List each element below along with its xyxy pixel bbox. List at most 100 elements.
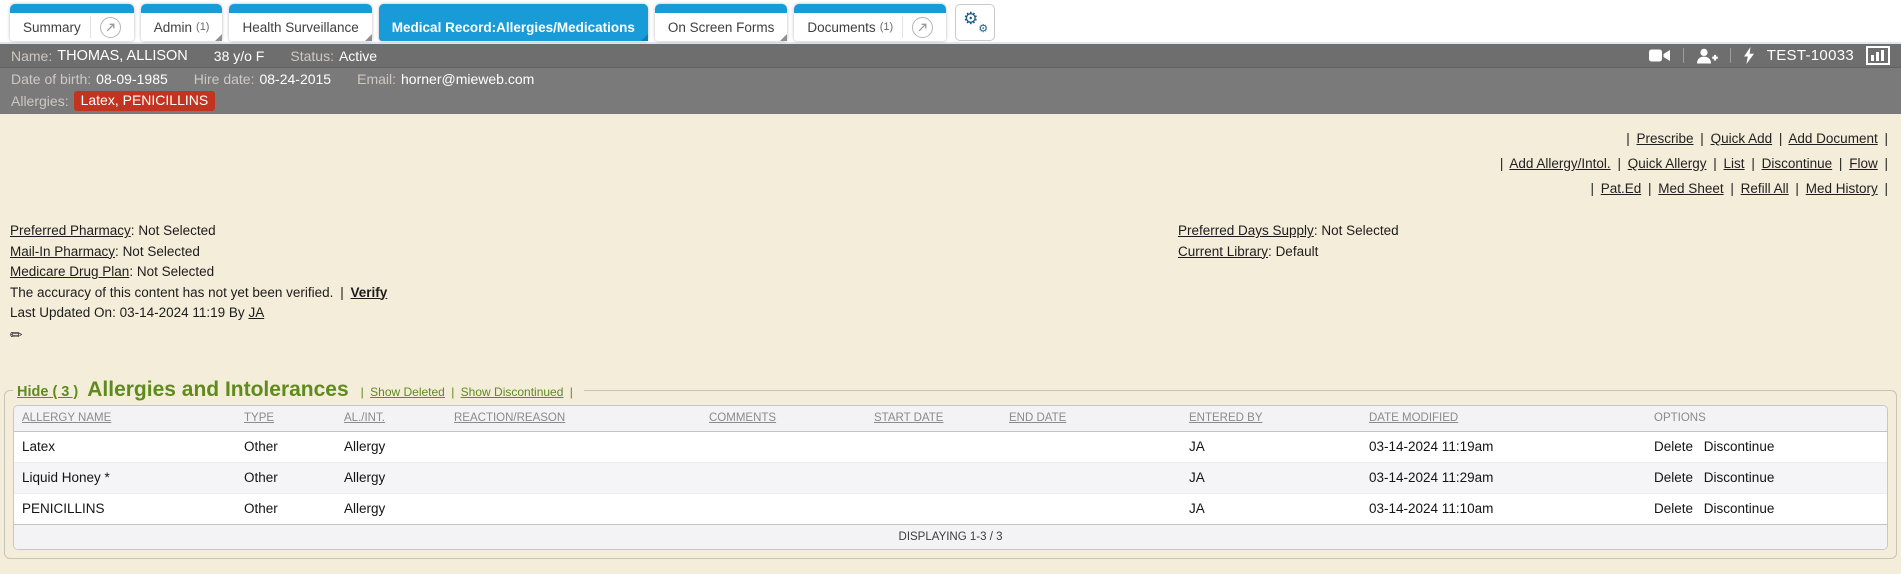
allergy-alert-badge[interactable]: Latex, PENICILLINS	[73, 90, 216, 111]
add-person-icon[interactable]	[1696, 48, 1718, 64]
patient-email: horner@mieweb.com	[401, 71, 535, 87]
cell-allergy-name: PENICILLINS	[22, 501, 105, 516]
cell-start-date	[866, 432, 1001, 463]
tab-summary[interactable]: Summary	[10, 4, 134, 41]
quick-allergy-link[interactable]: Quick Allergy	[1628, 156, 1707, 171]
popout-icon[interactable]	[912, 16, 934, 38]
separator: |	[1838, 156, 1843, 171]
pat-ed-link[interactable]: Pat.Ed	[1601, 181, 1642, 196]
hide-section-link[interactable]: Hide ( 3 )	[17, 384, 78, 400]
lightning-bolt-icon[interactable]	[1743, 47, 1755, 64]
tab-on-screen-forms[interactable]: On Screen Forms	[654, 4, 788, 41]
quick-add-link[interactable]: Quick Add	[1711, 131, 1773, 146]
tab-admin-badge: (1)	[196, 21, 210, 33]
delete-link[interactable]: Delete	[1654, 470, 1693, 485]
popout-icon[interactable]	[99, 16, 121, 38]
cell-type: Other	[244, 470, 278, 485]
dob-label: Date of birth:	[11, 71, 92, 87]
discontinue-link[interactable]: Discontinue	[1704, 470, 1775, 485]
cell-al-int: Allergy	[344, 501, 386, 516]
pharmacy-info-section: Preferred Pharmacy: Not Selected Mail-In…	[0, 221, 1901, 346]
med-sheet-link[interactable]: Med Sheet	[1658, 181, 1723, 196]
allergies-label: Allergies:	[11, 92, 69, 109]
supply-info-section: Preferred Days Supply: Not Selected Curr…	[1178, 221, 1399, 262]
displaying-count: DISPLAYING 1-3 / 3	[14, 524, 1887, 549]
tab-forms-label: On Screen Forms	[667, 19, 775, 35]
cell-reaction	[446, 432, 701, 463]
tab-divider	[902, 16, 904, 38]
patient-hire-date: 08-24-2015	[259, 71, 332, 87]
separator: |	[1617, 156, 1621, 171]
separator: |	[1730, 181, 1734, 196]
preferred-days-supply-link[interactable]: Preferred Days Supply	[1178, 223, 1314, 238]
verify-link[interactable]: Verify	[350, 285, 387, 300]
cell-options: Delete Discontinue	[1646, 463, 1887, 494]
gear-icon: ⚙	[963, 9, 979, 28]
cell-entered-by: JA	[1189, 501, 1205, 516]
cell-reaction	[446, 463, 701, 494]
separator: |	[1795, 181, 1799, 196]
chart-graph-icon[interactable]	[1866, 46, 1890, 65]
delete-link[interactable]: Delete	[1654, 439, 1693, 454]
flow-link[interactable]: Flow	[1849, 156, 1878, 171]
prescribe-link[interactable]: Prescribe	[1636, 131, 1693, 146]
video-camera-icon[interactable]	[1648, 48, 1671, 63]
tab-health-surveillance[interactable]: Health Surveillance	[229, 4, 373, 41]
action-links-row-3: | Pat.Ed | Med Sheet | Refill All | Med …	[0, 176, 1891, 201]
add-allergy-intol-link[interactable]: Add Allergy/Intol.	[1509, 156, 1610, 171]
patient-status: Active	[338, 47, 378, 64]
tab-admin[interactable]: Admin (1)	[140, 4, 223, 41]
add-document-link[interactable]: Add Document	[1788, 131, 1877, 146]
mailin-pharmacy-link[interactable]: Mail-In Pharmacy	[10, 244, 115, 259]
preferred-pharmacy-row: Preferred Pharmacy: Not Selected	[10, 221, 1901, 242]
list-link[interactable]: List	[1724, 156, 1745, 171]
cell-allergy-name: Liquid Honey *	[22, 470, 110, 485]
patient-details-bar: Date of birth: 08-09-1985 Hire date: 08-…	[0, 68, 1901, 90]
tab-documents[interactable]: Documents (1)	[794, 4, 947, 41]
separator: |	[451, 385, 455, 399]
current-library-link[interactable]: Current Library	[1178, 244, 1268, 259]
med-history-link[interactable]: Med History	[1806, 181, 1878, 196]
accuracy-text: The accuracy of this content has not yet…	[10, 284, 334, 300]
separator: |	[1884, 181, 1888, 196]
header-al-int: AL./INT.	[336, 406, 446, 432]
tab-corner-fold	[215, 34, 223, 41]
discontinue-link[interactable]: Discontinue	[1704, 439, 1775, 454]
discontinue-link[interactable]: Discontinue	[1762, 156, 1833, 171]
allergies-table-container: ALLERGY NAME TYPE AL./INT. REACTION/REAS…	[13, 405, 1888, 550]
tab-corner-fold	[640, 34, 648, 41]
medicare-drug-plan-value: Not Selected	[136, 264, 215, 279]
table-row: PENICILLINS Other Allergy JA 03-14-2024 …	[14, 493, 1887, 525]
mailin-pharmacy-row: Mail-In Pharmacy: Not Selected	[10, 242, 1901, 263]
separator: |	[1884, 156, 1888, 171]
table-row: Latex Other Allergy JA 03-14-2024 11:19a…	[14, 431, 1887, 463]
header-end-date: END DATE	[1001, 406, 1181, 432]
refill-all-link[interactable]: Refill All	[1741, 181, 1789, 196]
cell-date-modified: 03-14-2024 11:29am	[1369, 470, 1494, 485]
separator: |	[1590, 181, 1594, 196]
cell-entered-by: JA	[1189, 470, 1205, 485]
tab-bar: Summary Admin (1) Health Surveillance Me…	[0, 0, 1901, 44]
settings-button[interactable]: ⚙ ⚙	[955, 4, 996, 41]
colon: :	[130, 223, 135, 238]
cell-reaction	[446, 494, 701, 525]
delete-link[interactable]: Delete	[1654, 501, 1693, 516]
edit-pencil-icon[interactable]: ✏	[10, 326, 23, 347]
header-reaction: REACTION/REASON	[446, 406, 701, 432]
cell-type: Other	[244, 439, 278, 454]
gear-icon: ⚙	[978, 23, 989, 35]
preferred-pharmacy-link[interactable]: Preferred Pharmacy	[10, 223, 131, 238]
header-comments: COMMENTS	[701, 406, 866, 432]
discontinue-link[interactable]: Discontinue	[1704, 501, 1775, 516]
tab-medical-record-allergies-medications[interactable]: Medical Record:Allergies/Medications	[378, 4, 648, 41]
show-deleted-link[interactable]: Show Deleted	[370, 385, 445, 399]
colon: :	[129, 264, 134, 279]
medicare-drug-plan-link[interactable]: Medicare Drug Plan	[10, 264, 129, 279]
show-discontinued-link[interactable]: Show Discontinued	[461, 385, 564, 399]
tab-divider	[89, 16, 91, 38]
separator: |	[1626, 131, 1630, 146]
separator: |	[1751, 156, 1755, 171]
cell-al-int: Allergy	[344, 470, 386, 485]
updated-by-link[interactable]: JA	[248, 305, 264, 320]
tab-documents-label: Documents	[807, 19, 876, 35]
